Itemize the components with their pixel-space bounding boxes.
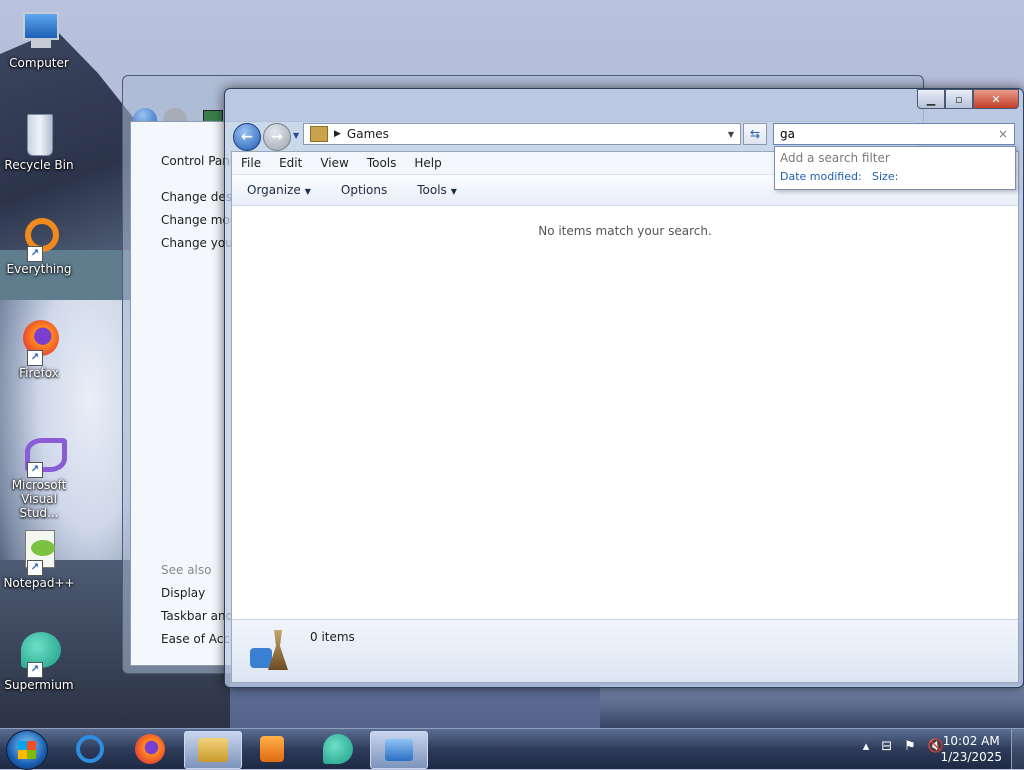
chevron-down-icon: ▼ (304, 187, 311, 196)
start-button[interactable] (6, 730, 48, 770)
desktop-icon-label: Microsoft Visual Stud... (11, 478, 67, 520)
desktop-icon-label: Supermium (4, 678, 74, 692)
change-account-link[interactable]: Change you (161, 236, 233, 250)
filter-size[interactable]: Size: (872, 170, 898, 183)
organize-label: Organize (247, 183, 301, 197)
desktop-icon-computer[interactable]: Computer (0, 10, 78, 70)
action-center-flag-icon[interactable]: ⚑ (904, 739, 916, 754)
taskbar-internet-explorer[interactable] (62, 731, 118, 767)
visual-studio-icon: ↗ (17, 432, 67, 478)
options-label: Options (340, 183, 388, 197)
forward-button[interactable]: → (263, 123, 291, 151)
details-pane: 0 items (232, 619, 1018, 682)
shortcut-arrow-icon: ↗ (27, 350, 43, 366)
show-desktop-button[interactable] (1011, 729, 1024, 769)
desktop-icon-notepad-plus-plus[interactable]: ↗ Notepad++ (0, 530, 78, 590)
system-tray: ▴ ⊟ ⚑ 🔇 (863, 739, 944, 754)
desktop-icon-label: Computer (9, 56, 69, 70)
search-filter-dropdown: Add a search filter Date modified: Size: (774, 146, 1016, 190)
desktop-icon-firefox[interactable]: ↗ Firefox (0, 320, 78, 380)
menu-view[interactable]: View (311, 156, 357, 170)
see-also-taskbar-link[interactable]: Taskbar and (161, 609, 233, 623)
internet-explorer-icon (76, 735, 104, 763)
desktop-icon-label: Notepad++ (3, 576, 75, 590)
computer-icon (17, 10, 61, 54)
wallpaper-glow (600, 685, 1024, 730)
taskbar: ▴ ⊟ ⚑ 🔇 10:02 AM 1/23/2025 (0, 728, 1024, 770)
recent-pages-dropdown[interactable]: ▼ (293, 131, 299, 140)
search-filter-title: Add a search filter (780, 151, 890, 165)
options-button[interactable]: Options (326, 183, 402, 197)
filter-date-modified[interactable]: Date modified: (780, 170, 862, 183)
menu-edit[interactable]: Edit (270, 156, 311, 170)
everything-icon: ↗ (17, 216, 61, 262)
taskbar-firefox[interactable] (122, 731, 178, 767)
taskbar-media-player[interactable] (244, 731, 300, 767)
desktop-icon-everything[interactable]: ↗ Everything (0, 216, 78, 276)
supermium-icon: ↗ (17, 632, 61, 678)
maximize-button[interactable]: ▫ (945, 89, 973, 109)
games-folder-icon (248, 628, 294, 672)
back-arrow-icon: ← (241, 129, 253, 145)
recycle-bin-icon (17, 112, 61, 156)
desktop-icon-visual-studio[interactable]: ↗ Microsoft Visual Stud... (0, 432, 78, 520)
notepad-plus-plus-icon: ↗ (17, 530, 61, 576)
breadcrumb-separator-icon[interactable]: ▶ (334, 129, 341, 139)
explorer-icon (198, 738, 228, 762)
address-dropdown-icon[interactable]: ▼ (728, 130, 734, 139)
navigation-bar: ← → ▼ ▶ Games ▼ ⇆ × (231, 121, 1017, 151)
desktop-icon-recycle-bin[interactable]: Recycle Bin (0, 112, 78, 172)
firefox-icon (135, 734, 165, 764)
menu-file[interactable]: File (232, 156, 270, 170)
clear-search-icon[interactable]: × (998, 127, 1008, 141)
taskbar-supermium[interactable] (310, 731, 366, 767)
network-icon[interactable]: ⊟ (881, 739, 892, 754)
shortcut-arrow-icon: ↗ (27, 560, 43, 576)
windows-logo-icon (18, 741, 36, 759)
caption-buttons: ▁ ▫ ✕ (917, 89, 1019, 109)
clock-time: 10:02 AM (942, 734, 1000, 748)
tools-label: Tools (417, 183, 447, 197)
address-bar[interactable]: ▶ Games ▼ (303, 123, 741, 145)
see-also-heading: See also (161, 563, 212, 577)
clock[interactable]: 10:02 AM 1/23/2025 (940, 733, 1002, 765)
item-count: 0 items (310, 630, 355, 644)
empty-search-message: No items match your search. (538, 224, 712, 238)
desktop-icon-supermium[interactable]: ↗ Supermium (0, 632, 78, 692)
shortcut-arrow-icon: ↗ (27, 462, 43, 478)
explorer-content: File Edit View Tools Help Organize ▼ Opti… (231, 151, 1019, 683)
desktop-icon-label: Everything (6, 262, 72, 276)
menu-tools[interactable]: Tools (358, 156, 406, 170)
search-box[interactable]: × (773, 123, 1015, 145)
supermium-icon (323, 734, 353, 764)
minimize-icon: ▁ (926, 92, 936, 106)
chevron-down-icon: ▼ (450, 187, 457, 196)
minimize-button[interactable]: ▁ (917, 89, 945, 109)
search-input[interactable] (778, 126, 998, 142)
games-folder-icon (310, 126, 328, 142)
forward-arrow-icon: → (271, 129, 283, 145)
shortcut-arrow-icon: ↗ (27, 662, 43, 678)
close-button[interactable]: ✕ (973, 89, 1019, 109)
taskbar-control-panel[interactable] (370, 731, 428, 769)
control-panel-icon (385, 739, 413, 761)
refresh-button[interactable]: ⇆ (743, 123, 767, 145)
show-hidden-icons-icon[interactable]: ▴ (863, 739, 870, 754)
desktop-icon-label: Recycle Bin (4, 158, 74, 172)
organize-button[interactable]: Organize ▼ (232, 183, 326, 197)
close-icon: ✕ (991, 92, 1001, 106)
shortcut-arrow-icon: ↗ (27, 246, 43, 262)
breadcrumb-games[interactable]: Games (347, 127, 389, 141)
tools-button[interactable]: Tools ▼ (402, 183, 472, 197)
see-also-display-link[interactable]: Display (161, 586, 205, 600)
firefox-icon: ↗ (17, 320, 61, 366)
maximize-icon: ▫ (955, 92, 963, 106)
taskbar-explorer[interactable] (184, 731, 242, 769)
desktop-icon-label: Firefox (19, 366, 59, 380)
clock-date: 1/23/2025 (940, 750, 1002, 764)
menu-help[interactable]: Help (405, 156, 450, 170)
media-player-icon (260, 736, 284, 762)
back-button[interactable]: ← (233, 123, 261, 151)
refresh-icon: ⇆ (749, 127, 761, 141)
